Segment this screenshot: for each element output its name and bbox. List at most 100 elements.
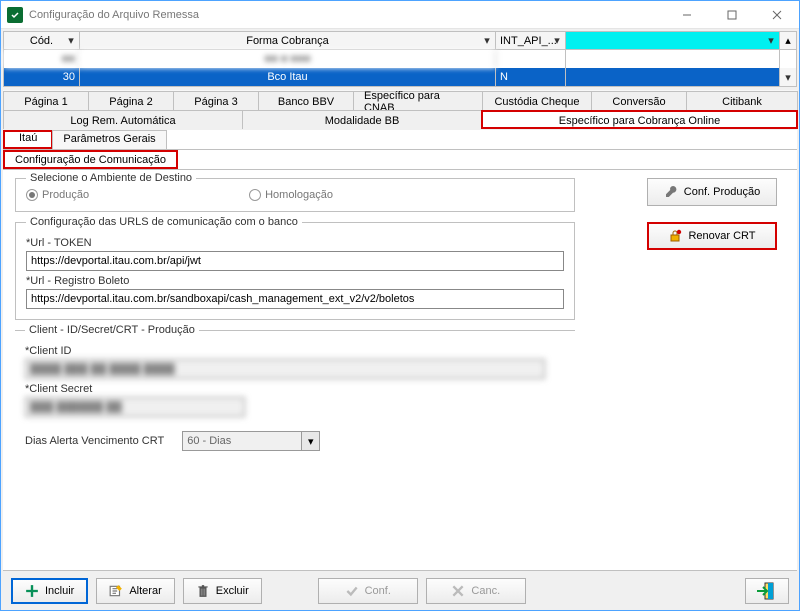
- chevron-down-icon[interactable]: ▾: [65, 34, 77, 46]
- exit-icon: [756, 582, 778, 600]
- fieldset-client: Client - ID/Secret/CRT - Produção *Clien…: [15, 330, 575, 451]
- cancel-icon: [451, 584, 465, 598]
- fieldset-ambiente: Selecione o Ambiente de Destino Produção…: [15, 178, 575, 212]
- app-window: Configuração do Arquivo Remessa Cód. ▾ Fo…: [0, 0, 800, 611]
- maximize-button[interactable]: [709, 1, 754, 29]
- chevron-down-icon[interactable]: ▾: [302, 431, 320, 451]
- tab-pagina2[interactable]: Página 2: [88, 91, 174, 110]
- bottom-toolbar: Incluir Alterar Excluir Conf. Canc.: [3, 570, 797, 610]
- label-client-id: *Client ID: [25, 345, 565, 357]
- table-row[interactable]: ■■ ■■ ■ ■■■: [4, 50, 796, 68]
- cell-int: [496, 50, 566, 68]
- renovar-crt-button[interactable]: Renovar CRT: [647, 222, 777, 250]
- exit-button[interactable]: [745, 578, 789, 604]
- cell-cod: ■■: [4, 50, 80, 68]
- edit-icon: [109, 584, 123, 598]
- cell-int: N: [496, 68, 566, 86]
- client-id-input[interactable]: [25, 359, 545, 379]
- scroll-up-icon[interactable]: ▴: [780, 32, 796, 50]
- excluir-label: Excluir: [216, 585, 249, 597]
- radio-producao[interactable]: Produção: [26, 189, 89, 201]
- radio-homologacao-label: Homologação: [265, 189, 333, 201]
- plus-icon: [25, 584, 39, 598]
- remittance-grid: Cód.▾ Forma Cobrança▾ INT_API_...▾ ▾ ▴ ■…: [3, 31, 797, 87]
- radio-homologacao[interactable]: Homologação: [249, 189, 333, 201]
- client-secret-input[interactable]: [25, 397, 245, 417]
- wrench-icon: [664, 185, 678, 199]
- tab-banco-bbv[interactable]: Banco BBV: [258, 91, 354, 110]
- radio-circle-icon: [249, 189, 261, 201]
- lock-refresh-icon: [668, 229, 682, 243]
- tabs-level4: Configuração de Comunicação: [3, 150, 797, 170]
- col-header-forma-label: Forma Cobrança: [246, 35, 329, 47]
- col-header-int[interactable]: INT_API_...▾: [496, 32, 566, 50]
- chevron-down-icon[interactable]: ▾: [765, 34, 777, 46]
- grid-header: Cód.▾ Forma Cobrança▾ INT_API_...▾ ▾ ▴: [4, 32, 796, 50]
- cell-blank: [566, 68, 780, 86]
- col-header-cod[interactable]: Cód. ▾: [4, 32, 80, 50]
- alterar-label: Alterar: [129, 585, 161, 597]
- url-boleto-input[interactable]: [26, 289, 564, 309]
- legend-client: Client - ID/Secret/CRT - Produção: [25, 324, 199, 336]
- col-header-blank[interactable]: ▾: [566, 32, 780, 50]
- window-title: Configuração do Arquivo Remessa: [29, 9, 664, 21]
- alterar-button[interactable]: Alterar: [96, 578, 174, 604]
- cell-forma: ■■ ■ ■■■: [80, 50, 496, 68]
- dias-crt-select[interactable]: 60 - Dias ▾: [182, 431, 320, 451]
- conf-producao-label: Conf. Produção: [684, 186, 760, 198]
- tab-modalidade-bb[interactable]: Modalidade BB: [242, 110, 482, 129]
- radio-producao-label: Produção: [42, 189, 89, 201]
- tab-pagina1[interactable]: Página 1: [3, 91, 89, 110]
- conf-label: Conf.: [365, 585, 391, 597]
- form-left: Selecione o Ambiente de Destino Produção…: [15, 178, 575, 451]
- url-token-input[interactable]: [26, 251, 564, 271]
- label-url-boleto: *Url - Registro Boleto: [26, 275, 564, 287]
- tabs-level3: Itaú Parâmetros Gerais: [3, 130, 797, 150]
- cell-blank: [566, 50, 780, 68]
- label-client-secret: *Client Secret: [25, 383, 565, 395]
- legend-urls: Configuração das URLS de comunicação com…: [26, 216, 302, 228]
- titlebar: Configuração do Arquivo Remessa: [1, 1, 799, 29]
- tab-conversao[interactable]: Conversão: [591, 91, 687, 110]
- side-buttons: Conf. Produção Renovar CRT: [647, 178, 777, 250]
- chevron-down-icon[interactable]: ▾: [551, 34, 563, 46]
- legend-ambiente: Selecione o Ambiente de Destino: [26, 172, 196, 184]
- tab-config-comunicacao[interactable]: Configuração de Comunicação: [3, 150, 178, 169]
- tab-cnab[interactable]: Específico para CNAB: [353, 91, 483, 110]
- table-row-selected[interactable]: 30 Bco Itau N ▾: [4, 68, 796, 86]
- fieldset-urls: Configuração das URLS de comunicação com…: [15, 222, 575, 320]
- label-url-token: *Url - TOKEN: [26, 237, 564, 249]
- minimize-button[interactable]: [664, 1, 709, 29]
- tabs-level2: Log Rem. Automática Modalidade BB Especí…: [3, 109, 797, 128]
- content-area: Cód.▾ Forma Cobrança▾ INT_API_...▾ ▾ ▴ ■…: [1, 29, 799, 610]
- tab-custodia[interactable]: Custódia Cheque: [482, 91, 592, 110]
- conf-producao-button[interactable]: Conf. Produção: [647, 178, 777, 206]
- conf-button: Conf.: [318, 578, 418, 604]
- tab-cobranca-online[interactable]: Específico para Cobrança Online: [481, 110, 798, 129]
- col-header-int-label: INT_API_...: [500, 35, 557, 47]
- canc-button: Canc.: [426, 578, 526, 604]
- scroll-down-icon[interactable]: ▾: [780, 68, 796, 86]
- tab-pagina3[interactable]: Página 3: [173, 91, 259, 110]
- radio-circle-icon: [26, 189, 38, 201]
- tab-parametros-gerais[interactable]: Parâmetros Gerais: [52, 130, 166, 149]
- excluir-button[interactable]: Excluir: [183, 578, 262, 604]
- col-header-forma[interactable]: Forma Cobrança ▾: [80, 32, 496, 50]
- incluir-label: Incluir: [45, 585, 74, 597]
- renovar-crt-label: Renovar CRT: [688, 230, 755, 242]
- incluir-button[interactable]: Incluir: [11, 578, 88, 604]
- tab-log-rem[interactable]: Log Rem. Automática: [3, 110, 243, 129]
- label-dias-crt: Dias Alerta Vencimento CRT: [25, 435, 164, 447]
- col-header-cod-label: Cód.: [30, 35, 53, 47]
- cell-forma: Bco Itau: [80, 68, 496, 86]
- cell-cod: 30: [4, 68, 80, 86]
- canc-label: Canc.: [471, 585, 500, 597]
- check-icon: [345, 584, 359, 598]
- chevron-down-icon[interactable]: ▾: [481, 34, 493, 46]
- scrollbar[interactable]: [780, 50, 796, 68]
- tabs-level1: Página 1 Página 2 Página 3 Banco BBV Esp…: [3, 90, 797, 109]
- form-area: Conf. Produção Renovar CRT Selecione o A…: [3, 170, 797, 570]
- close-button[interactable]: [754, 1, 799, 29]
- tab-citibank[interactable]: Citibank: [686, 91, 798, 110]
- tab-itau[interactable]: Itaú: [3, 130, 53, 149]
